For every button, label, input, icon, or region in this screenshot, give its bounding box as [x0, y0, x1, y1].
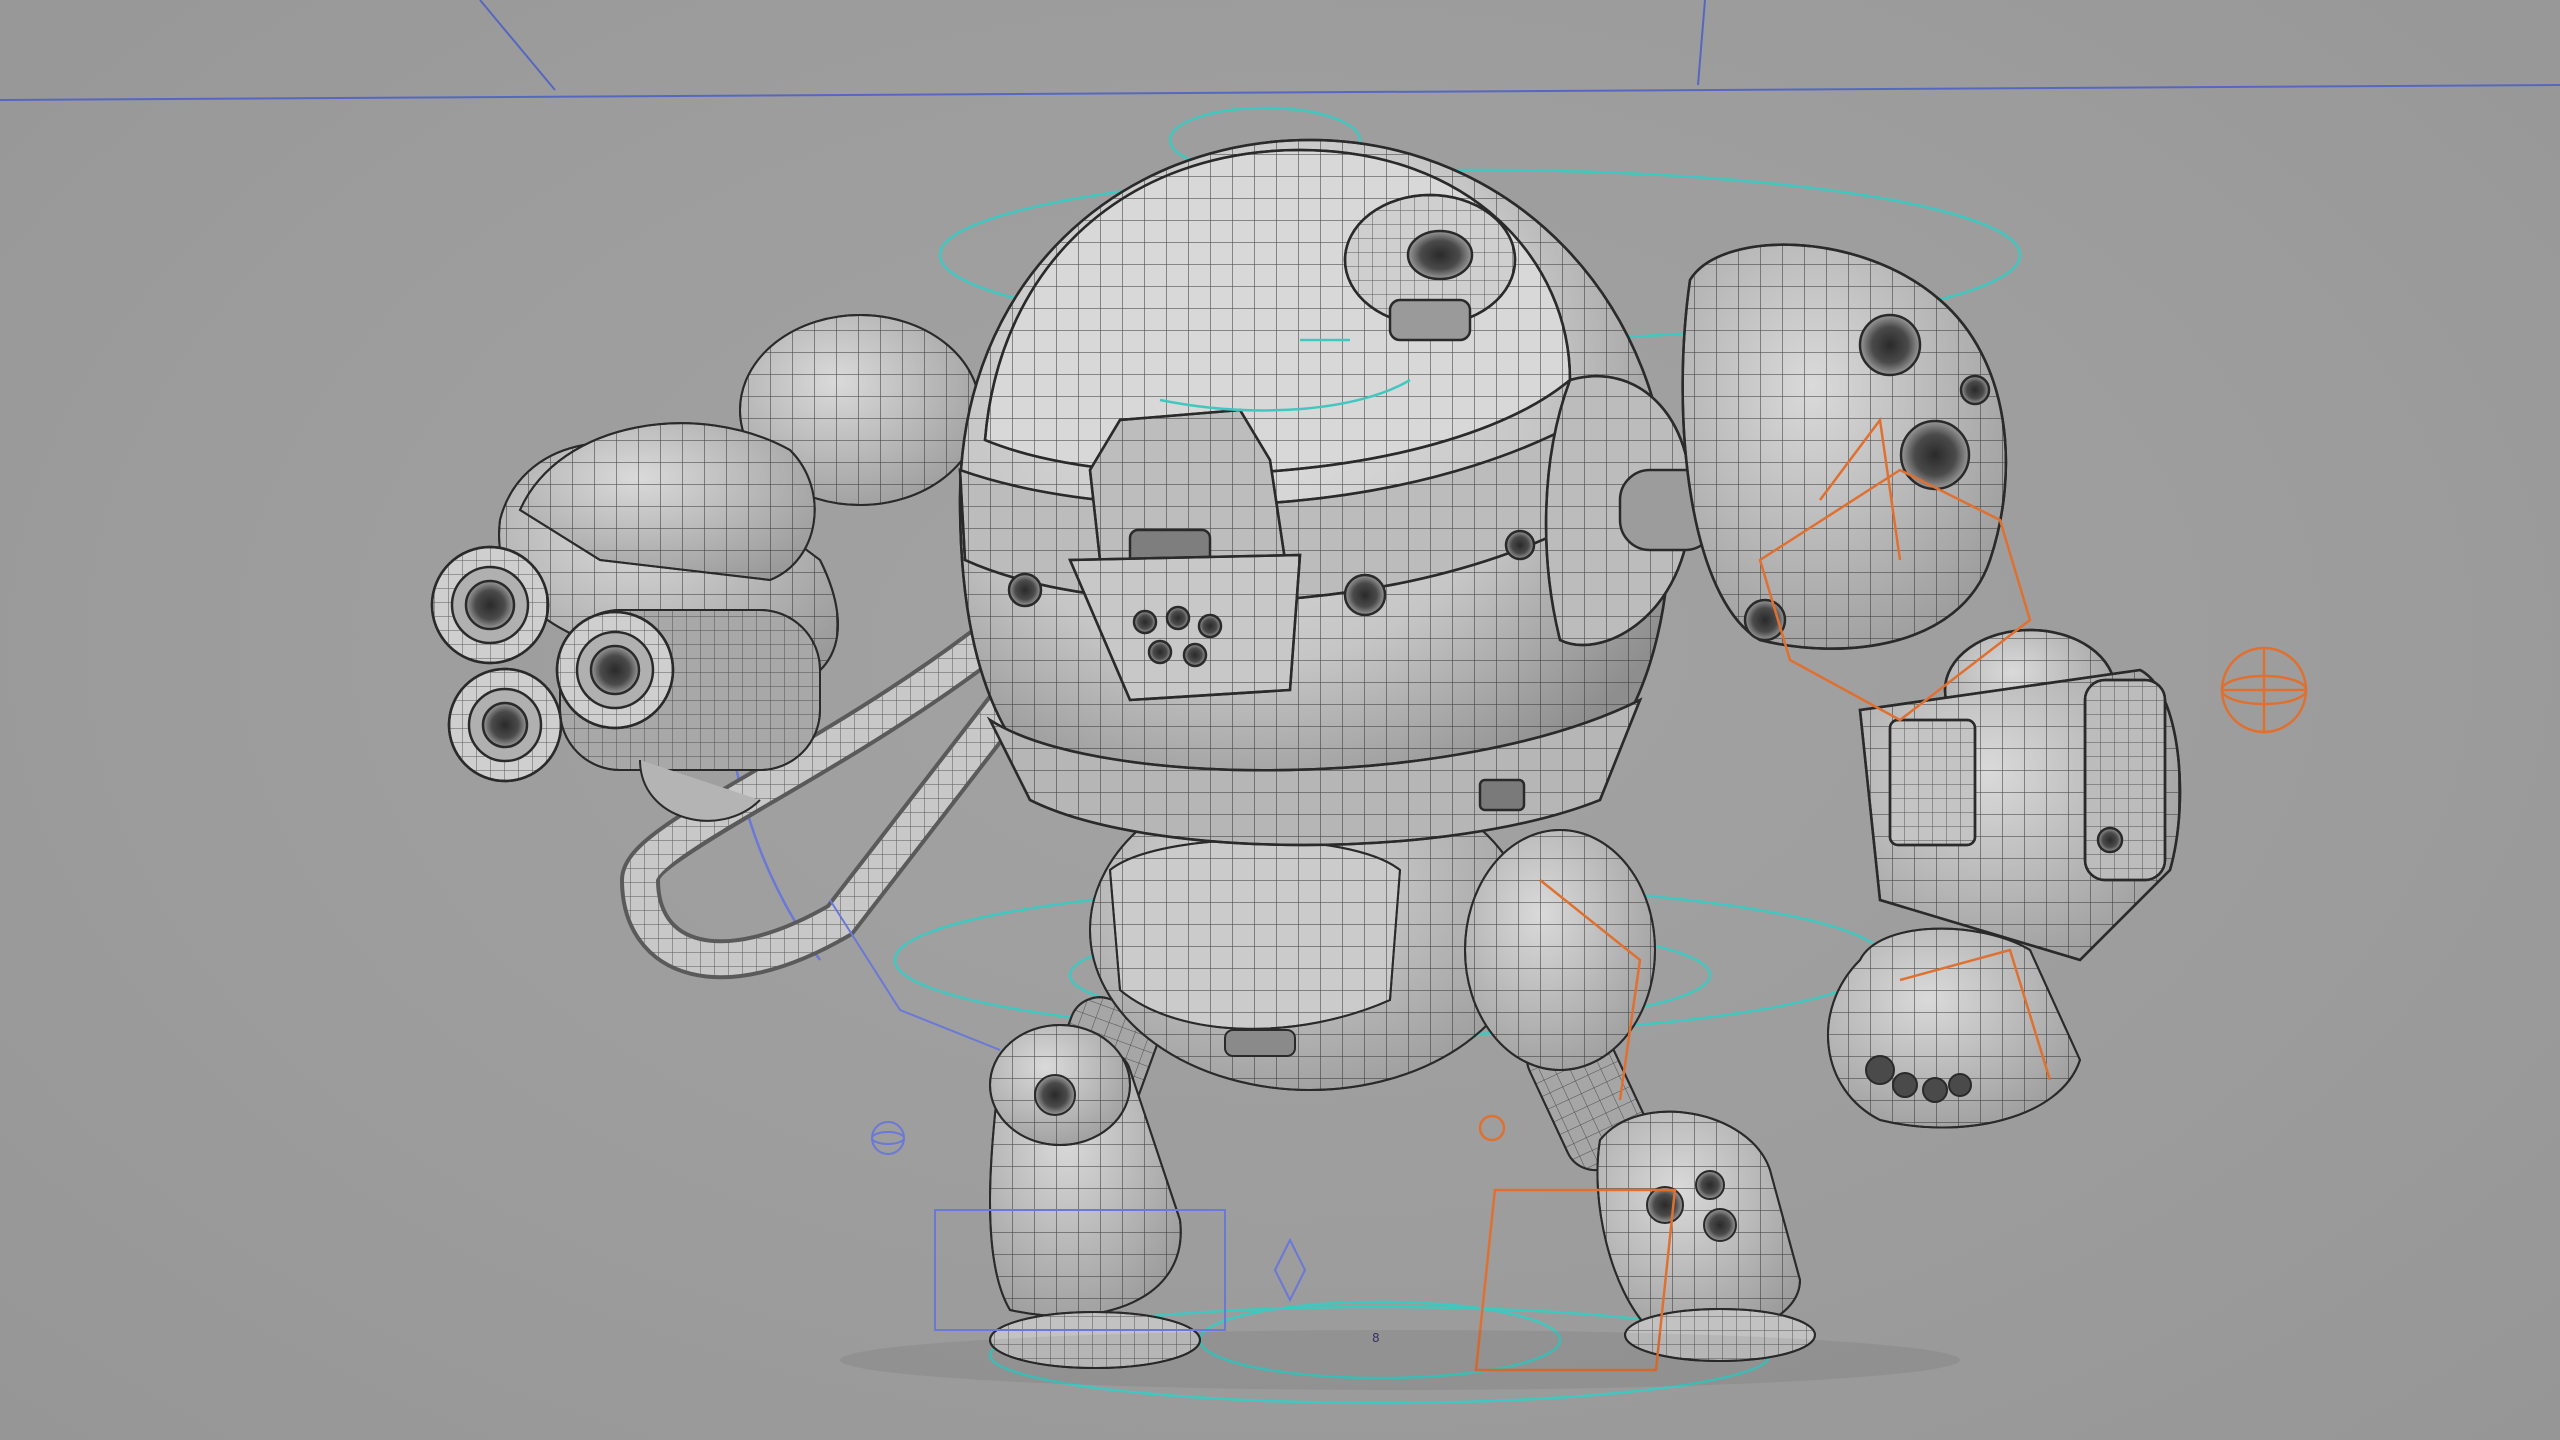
scene-canvas[interactable] [0, 0, 2560, 1440]
joint-ball-icon[interactable] [871, 1121, 905, 1155]
diamond-control-icon[interactable] [1273, 1237, 1307, 1303]
ground-grid [0, 0, 2560, 101]
ground-shadow [840, 1330, 1960, 1390]
frame-marker: 8 [1372, 1331, 1380, 1345]
3d-viewport[interactable]: 8 [0, 0, 2560, 1440]
torso-sphere[interactable] [958, 138, 1693, 847]
right-hand[interactable] [1827, 927, 2082, 1129]
right-forearm[interactable] [1858, 628, 2182, 962]
